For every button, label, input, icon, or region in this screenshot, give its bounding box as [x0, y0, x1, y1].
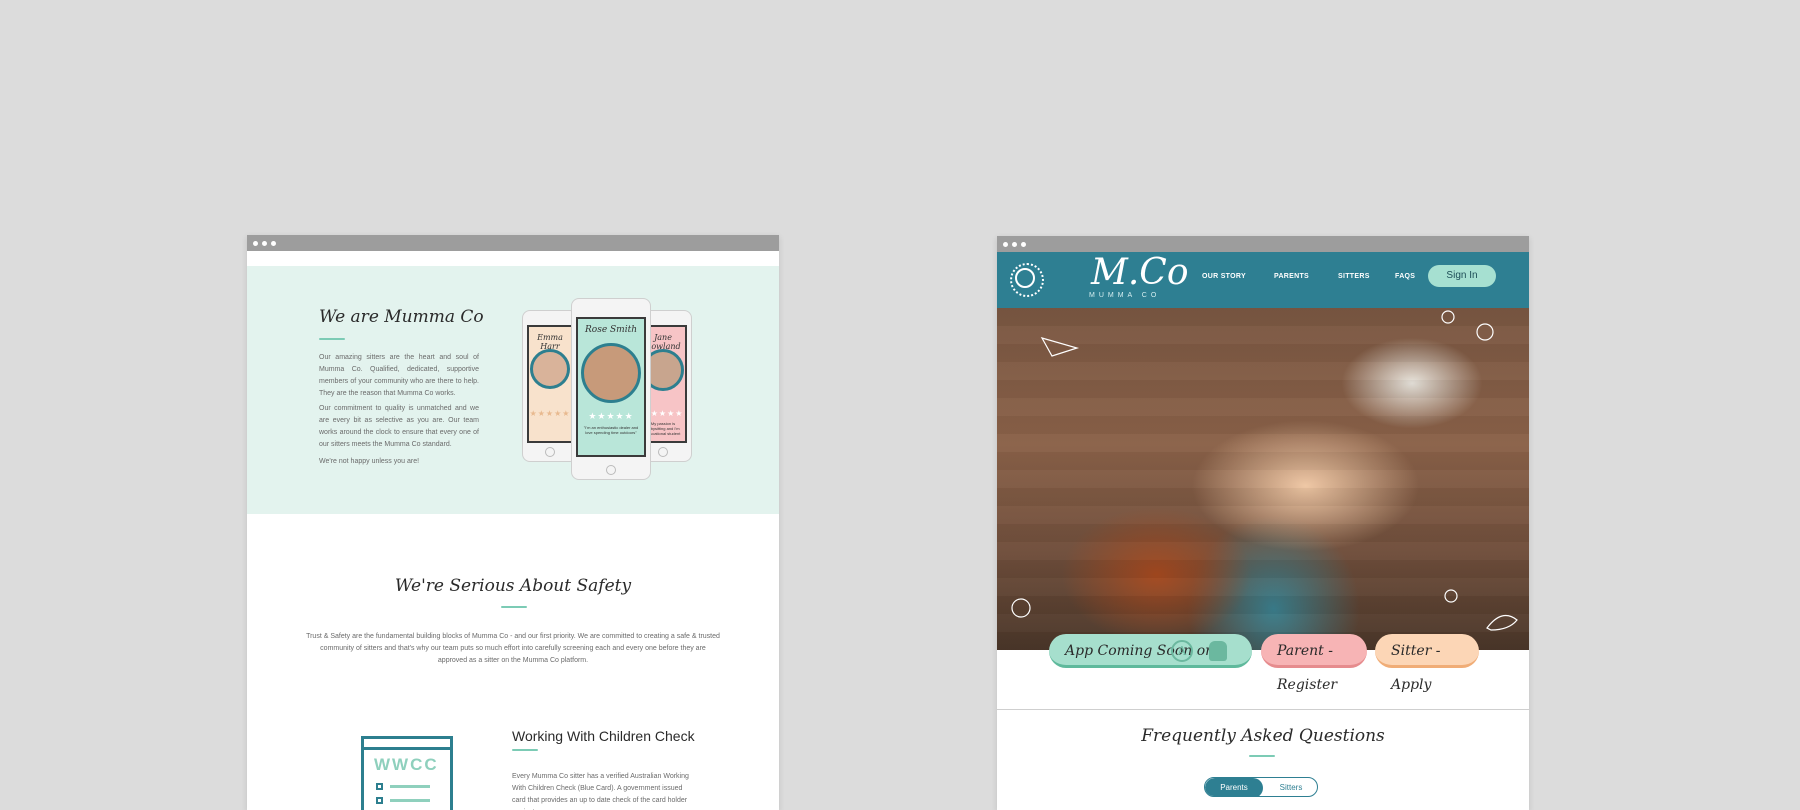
window-dot — [271, 240, 276, 246]
whale-icon — [1486, 614, 1518, 631]
wwcc-paragraph: Every Mumma Co sitter has a verified Aus… — [512, 773, 689, 810]
title-underline — [512, 749, 538, 751]
wwcc-card-icon: WWCC — [361, 736, 453, 810]
cookie-icon — [1444, 589, 1458, 603]
app-store-icon: A — [1171, 640, 1193, 662]
logo-subtitle: MUMMA CO — [1089, 292, 1161, 299]
home-button — [658, 447, 668, 457]
title-underline — [1249, 755, 1275, 757]
android-icon — [1209, 641, 1227, 661]
phone-mockup: Rose Smith ★★★★★ "I'm an enthusiastic de… — [571, 298, 651, 480]
window-dot — [253, 240, 258, 246]
home-button — [545, 447, 555, 457]
about-paragraph: Our amazing sitters are the heart and so… — [319, 354, 479, 397]
rating-stars: ★★★★★ — [529, 409, 571, 418]
nav-sitters[interactable]: SITTERS — [1338, 273, 1370, 280]
card-header-bar — [364, 739, 450, 750]
parent-register-button[interactable]: Parent - Register — [1261, 634, 1367, 693]
browser-window-about: We are Mumma Co Our amazing sitters are … — [247, 235, 779, 810]
about-paragraph: We're not happy unless you are! — [319, 458, 420, 465]
rating-stars: ★★★★★ — [588, 411, 634, 421]
window-chrome — [997, 236, 1529, 252]
nav-our-story[interactable]: OUR STORY — [1202, 273, 1246, 280]
about-title: We are Mumma Co — [319, 307, 484, 327]
window-dot — [1003, 241, 1008, 247]
ship-wheel-icon — [1476, 323, 1494, 341]
window-dot — [1021, 241, 1026, 247]
window-dot — [1012, 241, 1017, 247]
top-nav: M.Co MUMMA CO OUR STORY PARENTS SITTERS … — [997, 252, 1529, 308]
line-icon — [390, 785, 430, 788]
line-icon — [390, 799, 430, 802]
sign-in-button[interactable]: Sign In — [1428, 265, 1496, 287]
tree-icon — [1011, 598, 1031, 618]
section-divider — [997, 709, 1529, 710]
about-paragraph: Our commitment to quality is unmatched a… — [319, 405, 479, 448]
safety-paragraph: Trust & Safety are the fundamental build… — [306, 633, 720, 664]
phone-screen: Rose Smith ★★★★★ "I'm an enthusiastic de… — [576, 317, 646, 457]
ball-icon — [1441, 310, 1455, 324]
nav-parents[interactable]: PARENTS — [1274, 273, 1309, 280]
faq-title: Frequently Asked Questions — [1141, 726, 1385, 746]
wwcc-title: Working With Children Check — [512, 728, 695, 744]
hero-image — [997, 308, 1529, 650]
sitter-avatar — [530, 349, 570, 389]
sitter-name: Rose Smith — [585, 325, 637, 335]
faq-tab-toggle: Parents Sitters — [1204, 777, 1318, 797]
sun-icon — [1010, 263, 1044, 297]
tab-parents[interactable]: Parents — [1205, 778, 1263, 796]
hero-doodles — [1011, 310, 1518, 631]
sitter-apply-button[interactable]: Sitter - Apply — [1375, 634, 1479, 693]
checkbox-icon — [376, 797, 383, 804]
window-dot — [262, 240, 267, 246]
wwcc-icon-label: WWCC — [374, 755, 439, 774]
nav-faqs[interactable]: FAQS — [1395, 273, 1415, 280]
paper-plane-icon — [1040, 337, 1080, 357]
app-coming-soon-button[interactable]: App Coming Soon on A — [1049, 634, 1252, 668]
window-chrome — [247, 235, 779, 251]
title-underline — [319, 338, 345, 340]
phone-mockup: Emma Harr ★★★★★ — [522, 310, 578, 462]
phone-screen: Emma Harr ★★★★★ — [527, 325, 573, 443]
title-underline — [501, 606, 527, 608]
tab-sitters[interactable]: Sitters — [1263, 778, 1317, 796]
browser-window-home: M.Co MUMMA CO OUR STORY PARENTS SITTERS … — [997, 236, 1529, 810]
checkbox-icon — [376, 783, 383, 790]
safety-title: We're Serious About Safety — [394, 576, 632, 596]
sitter-quote: "I'm an enthusiastic dealer and love spe… — [583, 425, 639, 435]
home-button — [606, 465, 616, 475]
sitter-avatar — [581, 343, 641, 403]
logo[interactable]: M.Co — [1091, 253, 1189, 293]
